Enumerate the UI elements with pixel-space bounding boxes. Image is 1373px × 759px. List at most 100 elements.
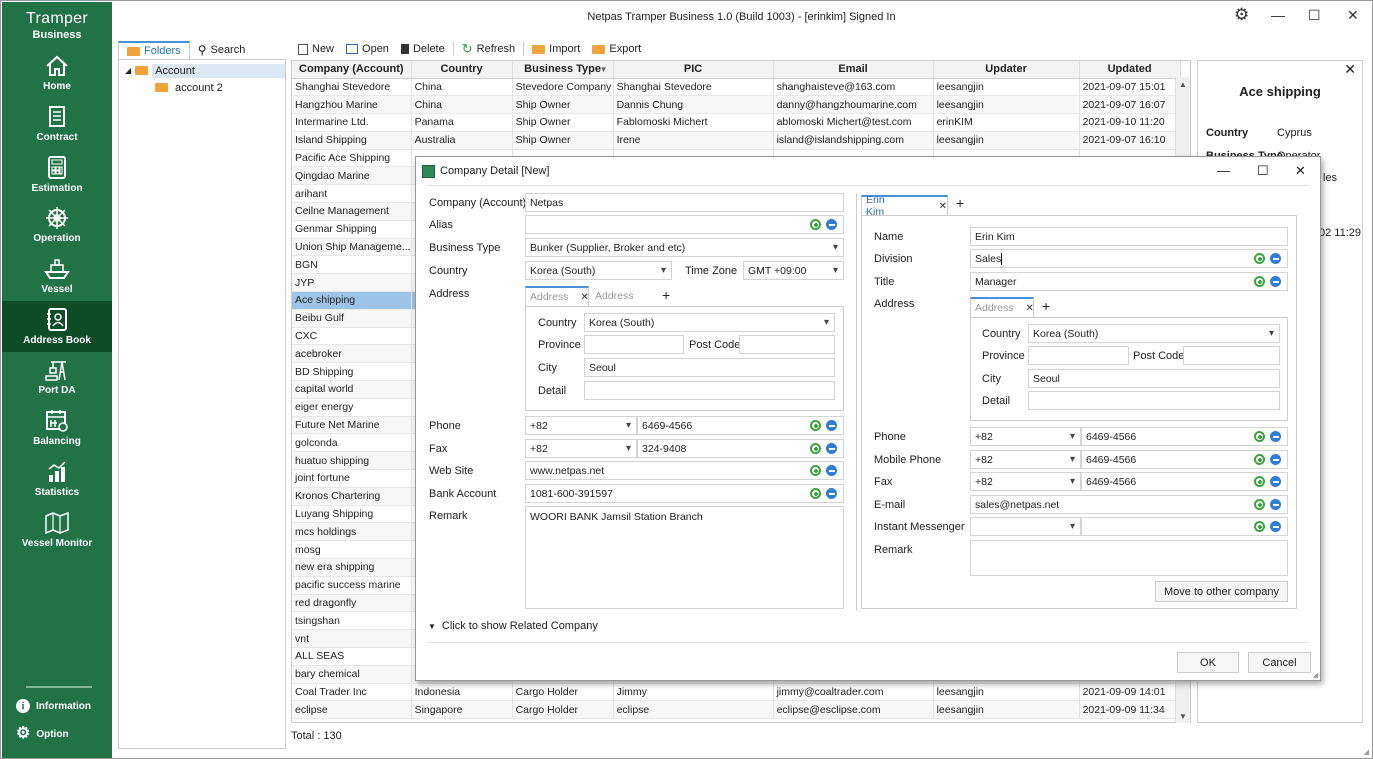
related-company-toggle[interactable]: ▼ Click to show Related Company xyxy=(428,620,598,632)
contact-tab-erin-kim[interactable]: Erin Kim ✕ xyxy=(861,194,948,218)
postcode-input[interactable] xyxy=(739,335,835,354)
minimize-button[interactable]: — xyxy=(1271,7,1285,23)
window-resize-grip[interactable]: ◢ xyxy=(1364,748,1369,756)
remove-email-icon[interactable] xyxy=(1270,499,1281,510)
table-row[interactable]: Hangzhou Marine China Ship Owner Dannis Chu… xyxy=(292,95,1181,115)
option-button[interactable]: ⚙ Option xyxy=(16,726,69,742)
contact-fax-code-select[interactable]: +82 xyxy=(970,472,1081,491)
contact-addr-country-select[interactable]: Korea (South) xyxy=(1028,324,1280,343)
country-select[interactable]: Korea (South) xyxy=(525,261,672,280)
sidebar-item-contract[interactable]: Contract xyxy=(2,99,112,150)
column-header[interactable]: Business Type ▼ xyxy=(512,61,614,79)
sidebar-item-port-da[interactable]: Port DA xyxy=(2,352,112,403)
table-row[interactable]: Coal Trader Inc Indonesia Cargo Holder Jimm… xyxy=(292,683,1181,702)
add-division-icon[interactable] xyxy=(1254,253,1265,264)
business-type-select[interactable]: Bunker (Supplier, Broker and etc) xyxy=(525,238,844,257)
contact-address-tab[interactable]: Address ✕ xyxy=(970,297,1034,317)
email-input[interactable]: sales@netpas.net xyxy=(970,495,1288,514)
add-fax-icon[interactable] xyxy=(810,443,821,454)
ok-button[interactable]: OK xyxy=(1177,652,1239,673)
sidebar-item-vessel[interactable]: Vessel xyxy=(2,251,112,302)
sidebar-item-estimation[interactable]: Estimation xyxy=(2,149,112,200)
maximize-button[interactable]: ☐ xyxy=(1308,7,1321,24)
sidebar-item-vessel-monitor[interactable]: Vessel Monitor xyxy=(2,504,112,555)
sidebar-item-address-book[interactable]: Address Book xyxy=(2,301,112,353)
bank-account-input[interactable]: 1081-600-391597 xyxy=(525,484,844,503)
new-button[interactable]: New xyxy=(292,43,340,55)
alias-input[interactable] xyxy=(525,215,844,234)
contact-detail-input[interactable] xyxy=(1028,391,1280,410)
im-type-select[interactable] xyxy=(970,517,1081,536)
add-contact-phone-icon[interactable] xyxy=(1254,431,1265,442)
table-row[interactable]: Intermarine Ltd. Panama Ship Owner Fablomos… xyxy=(292,113,1181,132)
sidebar-item-operation[interactable]: Operation xyxy=(2,200,112,251)
add-address-tab-button[interactable]: + xyxy=(662,287,670,303)
contact-remark-textarea[interactable] xyxy=(970,540,1288,576)
contact-province-input[interactable] xyxy=(1028,346,1129,365)
resize-grip[interactable]: ◢ xyxy=(1313,671,1318,679)
delete-button[interactable]: Delete xyxy=(395,43,451,55)
tab-folders[interactable]: Folders xyxy=(118,41,190,59)
sidebar-item-balancing[interactable]: Balancing xyxy=(2,403,112,454)
remove-website-icon[interactable] xyxy=(826,465,837,476)
remove-title-icon[interactable] xyxy=(1270,276,1281,287)
mobile-code-select[interactable]: +82 xyxy=(970,450,1081,469)
export-button[interactable]: Export xyxy=(586,43,647,55)
close-panel-button[interactable]: ✕ xyxy=(1344,61,1356,78)
collapse-icon[interactable]: ◢ xyxy=(125,66,131,75)
title-input[interactable]: Manager xyxy=(970,272,1288,291)
dialog-minimize-button[interactable]: — xyxy=(1217,163,1230,178)
add-contact-fax-icon[interactable] xyxy=(1254,476,1265,487)
cancel-button[interactable]: Cancel xyxy=(1248,652,1311,673)
add-alias-icon[interactable] xyxy=(810,219,821,230)
remove-fax-icon[interactable] xyxy=(826,443,837,454)
close-tab-icon[interactable]: ✕ xyxy=(939,201,947,212)
remark-textarea[interactable]: WOORI BANK Jamsil Station Branch xyxy=(525,506,844,609)
province-input[interactable] xyxy=(584,335,684,354)
remove-mobile-icon[interactable] xyxy=(1270,454,1281,465)
close-window-button[interactable]: ✕ xyxy=(1347,7,1359,24)
refresh-button[interactable]: ↻ Refresh xyxy=(456,41,521,57)
column-header[interactable]: Email xyxy=(773,61,934,79)
tab-search[interactable]: ⚲ Search xyxy=(190,41,254,59)
scroll-down-arrow[interactable]: ▼ xyxy=(1176,712,1190,721)
settings-gear-icon[interactable]: ⚙ xyxy=(1234,5,1249,25)
division-input[interactable]: Sales xyxy=(970,249,1288,268)
column-header[interactable]: Company (Account) xyxy=(292,61,412,79)
add-bank-account-icon[interactable] xyxy=(810,488,821,499)
add-mobile-icon[interactable] xyxy=(1254,454,1265,465)
tree-node-account-2[interactable]: account 2 xyxy=(119,79,285,96)
website-input[interactable]: www.netpas.net xyxy=(525,461,844,480)
addr-country-select[interactable]: Korea (South) xyxy=(584,313,835,332)
information-button[interactable]: i Information xyxy=(16,699,91,713)
address-tab-2[interactable]: Address xyxy=(591,286,634,306)
sidebar-item-home[interactable]: Home xyxy=(2,48,112,99)
sidebar-item-statistics[interactable]: Statistics xyxy=(2,454,112,505)
remove-bank-account-icon[interactable] xyxy=(826,488,837,499)
remove-contact-fax-icon[interactable] xyxy=(1270,476,1281,487)
table-row[interactable]: Island Shipping Australia Ship Owner Irene i… xyxy=(292,131,1181,150)
filter-icon[interactable]: ▼ xyxy=(600,65,608,74)
contact-postcode-input[interactable] xyxy=(1183,346,1280,365)
phone-code-select[interactable]: +82 xyxy=(525,416,637,435)
open-button[interactable]: Open xyxy=(340,43,395,55)
remove-alias-icon[interactable] xyxy=(826,219,837,230)
timezone-select[interactable]: GMT +09:00 xyxy=(743,261,844,280)
city-input[interactable]: Seoul xyxy=(584,358,835,377)
remove-im-icon[interactable] xyxy=(1270,521,1281,532)
add-phone-icon[interactable] xyxy=(810,420,821,431)
table-row[interactable]: Shanghai Stevedore China Stevedore Company… xyxy=(292,78,1181,97)
tree-node-account[interactable]: ◢ Account xyxy=(119,62,285,79)
remove-division-icon[interactable] xyxy=(1270,253,1281,264)
close-tab-icon[interactable]: ✕ xyxy=(581,292,589,303)
scroll-up-arrow[interactable]: ▲ xyxy=(1176,80,1190,89)
add-im-icon[interactable] xyxy=(1254,521,1265,532)
column-header[interactable]: Country xyxy=(411,61,513,79)
remove-contact-phone-icon[interactable] xyxy=(1270,431,1281,442)
close-tab-icon[interactable]: ✕ xyxy=(1026,303,1034,314)
table-row[interactable]: eclipse Singapore Cargo Holder eclipse eclip… xyxy=(292,700,1181,720)
add-title-icon[interactable] xyxy=(1254,276,1265,287)
contact-city-input[interactable]: Seoul xyxy=(1028,369,1280,388)
address-tab-1[interactable]: Address ✕ xyxy=(525,286,589,306)
add-email-icon[interactable] xyxy=(1254,499,1265,510)
